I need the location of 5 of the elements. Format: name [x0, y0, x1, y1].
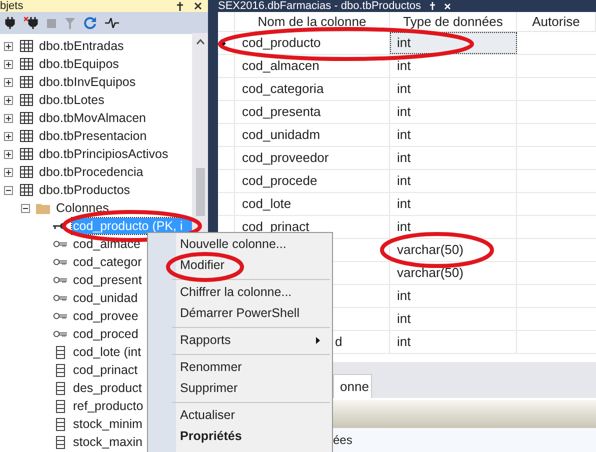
property-label: ées — [333, 432, 352, 449]
column-header: Autorise — [517, 12, 596, 31]
column-header: Nom de la colonne — [235, 12, 390, 31]
column-header: Type de données — [390, 12, 517, 31]
panel-title: bjets — [0, 0, 24, 12]
